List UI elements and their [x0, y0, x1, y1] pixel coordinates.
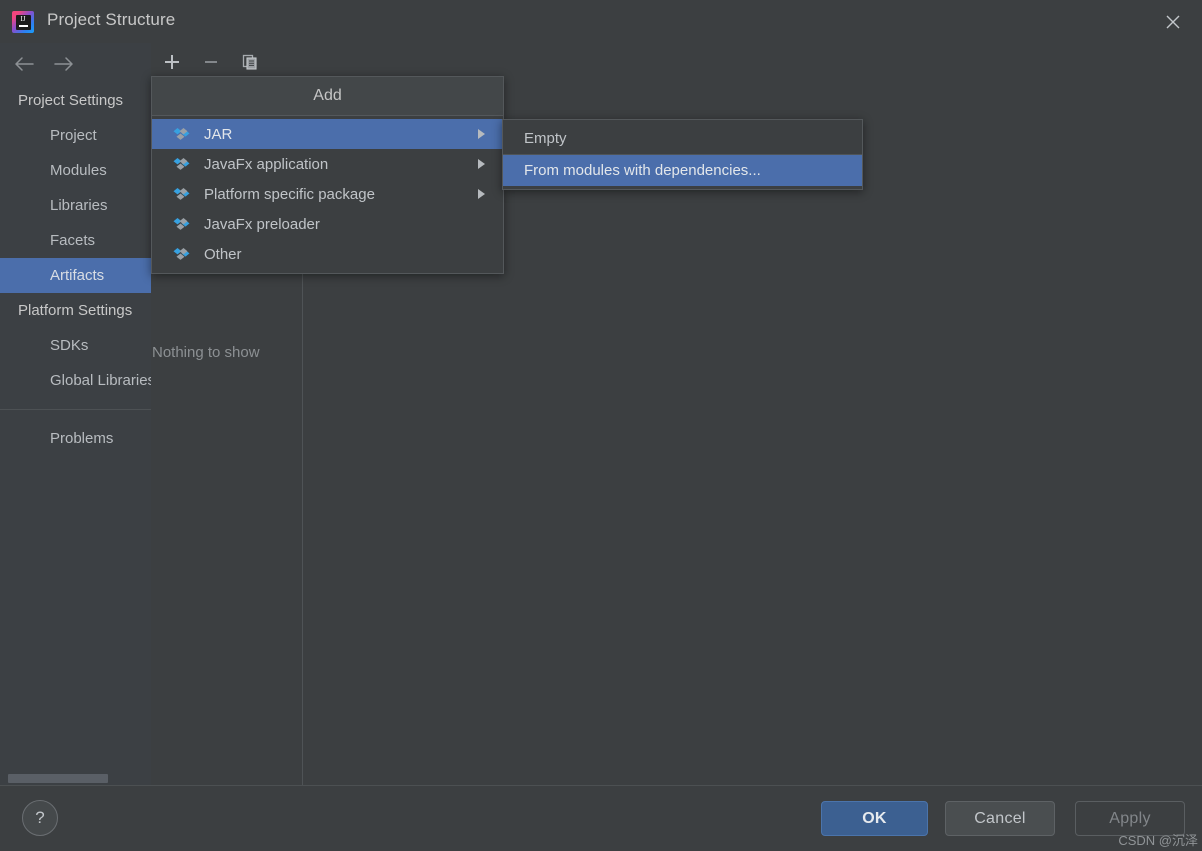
sidebar-item-project[interactable]: Project [0, 118, 151, 153]
sidebar-horizontal-scrollbar[interactable] [0, 771, 151, 785]
add-menu-title: Add [152, 77, 503, 116]
sidebar-group-platform-settings: Platform Settings [18, 302, 133, 319]
submenu-bottom-padding [503, 186, 862, 189]
menu-item-javafx-application[interactable]: JavaFx application [152, 149, 503, 179]
chevron-right-icon [478, 129, 485, 139]
artifact-diamonds-icon [172, 156, 194, 172]
ok-button[interactable]: OK [821, 801, 928, 836]
title-bar: IJ Project Structure [0, 0, 1202, 43]
sidebar-item-modules[interactable]: Modules [0, 153, 151, 188]
menu-item-label: JAR [204, 125, 233, 143]
menu-item-jar[interactable]: JAR [152, 119, 503, 149]
submenu-item-from-modules-with-dependencies[interactable]: From modules with dependencies... [503, 155, 862, 186]
app-icon-underline [18, 24, 28, 27]
sidebar-item-artifacts[interactable]: Artifacts [0, 258, 151, 293]
jar-submenu: Empty From modules with dependencies... [502, 119, 863, 190]
sidebar-item-sdks[interactable]: SDKs [0, 328, 151, 363]
sidebar-nav-list: Project Settings Project Modules Librari… [0, 83, 151, 456]
artifact-diamonds-icon [172, 246, 194, 262]
menu-item-platform-specific-package[interactable]: Platform specific package [152, 179, 503, 209]
submenu-item-empty[interactable]: Empty [503, 123, 862, 154]
sidebar-group-project-settings: Project Settings [18, 92, 124, 109]
dialog-footer: ? OK Cancel Apply CSDN @沉泽 [0, 785, 1202, 851]
window-title: Project Structure [47, 10, 176, 29]
back-arrow-icon[interactable] [10, 51, 38, 77]
add-icon[interactable] [159, 49, 185, 75]
menu-item-label: JavaFx preloader [204, 215, 320, 233]
add-popup-menu: Add JAR JavaFx application Platform spec… [151, 76, 504, 274]
forward-arrow-icon[interactable] [50, 51, 78, 77]
artifact-diamonds-icon [172, 186, 194, 202]
app-icon-text: IJ [20, 14, 26, 23]
artifact-diamonds-icon [172, 216, 194, 232]
empty-state-label: Nothing to show [152, 344, 260, 361]
scrollbar-thumb[interactable] [8, 774, 108, 783]
apply-button: Apply [1075, 801, 1185, 836]
artifact-diamonds-icon [172, 126, 194, 142]
settings-sidebar: Project Settings Project Modules Librari… [0, 43, 151, 785]
sidebar-nav-arrows [0, 43, 151, 83]
help-button[interactable]: ? [22, 800, 58, 836]
menu-item-other[interactable]: Other [152, 239, 503, 269]
chevron-right-icon [478, 189, 485, 199]
sidebar-item-problems[interactable]: Problems [0, 421, 151, 456]
sidebar-item-global-libraries[interactable]: Global Libraries [0, 363, 151, 398]
sidebar-divider [0, 409, 151, 410]
artifacts-toolbar [151, 43, 1202, 79]
menu-item-label: JavaFx application [204, 155, 329, 173]
project-structure-dialog: IJ Project Structure Project Settings Pr… [0, 0, 1202, 851]
chevron-right-icon [478, 159, 485, 169]
remove-icon[interactable] [198, 49, 224, 75]
menu-item-label: Other [204, 245, 242, 263]
intellij-idea-logo-icon: IJ [12, 11, 34, 33]
copy-icon[interactable] [237, 49, 263, 75]
sidebar-item-libraries[interactable]: Libraries [0, 188, 151, 223]
sidebar-item-facets[interactable]: Facets [0, 223, 151, 258]
menu-bottom-padding [152, 269, 503, 273]
close-icon[interactable] [1156, 6, 1190, 38]
menu-item-label: Platform specific package [204, 185, 375, 203]
cancel-button[interactable]: Cancel [945, 801, 1055, 836]
menu-item-javafx-preloader[interactable]: JavaFx preloader [152, 209, 503, 239]
